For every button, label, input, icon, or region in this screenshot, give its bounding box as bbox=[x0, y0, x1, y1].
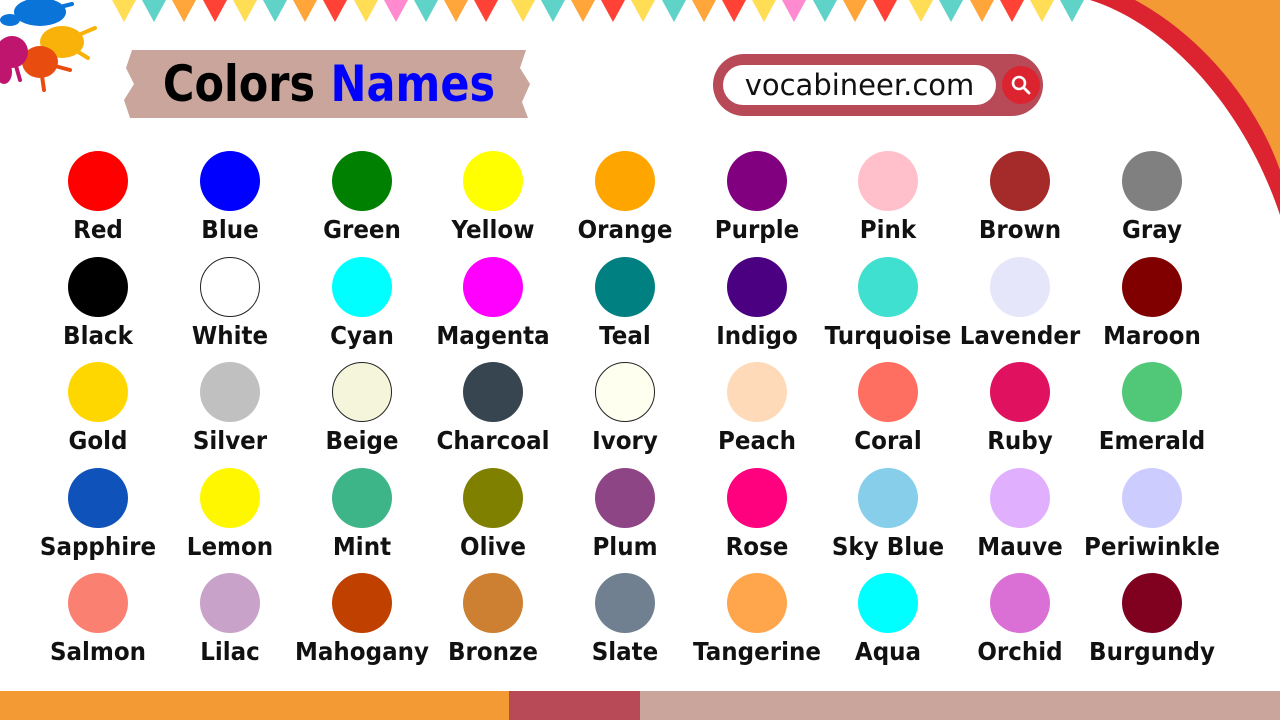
color-swatch bbox=[68, 362, 128, 422]
color-swatch bbox=[990, 257, 1050, 317]
color-swatch bbox=[1122, 257, 1182, 317]
color-swatch bbox=[727, 468, 787, 528]
color-swatch bbox=[332, 257, 392, 317]
color-swatch bbox=[200, 257, 260, 317]
color-grid: Red Blue Green Yellow Orange Purple Pink Brown G… bbox=[0, 0, 1280, 690]
color-swatch bbox=[727, 362, 787, 422]
color-swatch bbox=[200, 151, 260, 211]
color-swatch bbox=[1122, 151, 1182, 211]
color-swatch bbox=[858, 573, 918, 633]
color-swatch bbox=[990, 151, 1050, 211]
color-item-gray: Gray bbox=[1082, 151, 1222, 251]
color-item-burgundy: Burgundy bbox=[1082, 573, 1222, 673]
color-swatch bbox=[463, 362, 523, 422]
color-swatch bbox=[727, 573, 787, 633]
color-swatch bbox=[200, 362, 260, 422]
color-swatch bbox=[332, 573, 392, 633]
bottom-bar bbox=[0, 691, 1280, 720]
color-swatch bbox=[727, 151, 787, 211]
color-swatch bbox=[463, 151, 523, 211]
color-swatch bbox=[68, 468, 128, 528]
color-item-periwinkle: Periwinkle bbox=[1082, 468, 1222, 568]
color-label: Gray bbox=[1121, 215, 1183, 244]
color-label: Burgundy bbox=[1089, 637, 1215, 666]
bottom-bar-segment-taupe bbox=[640, 691, 1280, 720]
color-swatch bbox=[463, 468, 523, 528]
color-swatch bbox=[68, 573, 128, 633]
color-swatch bbox=[990, 573, 1050, 633]
color-swatch bbox=[332, 362, 392, 422]
color-item-emerald: Emerald bbox=[1082, 362, 1222, 462]
color-swatch bbox=[332, 151, 392, 211]
color-swatch bbox=[200, 468, 260, 528]
color-swatch bbox=[463, 573, 523, 633]
color-swatch bbox=[595, 573, 655, 633]
color-swatch bbox=[1122, 468, 1182, 528]
color-swatch bbox=[595, 362, 655, 422]
color-swatch bbox=[1122, 362, 1182, 422]
color-swatch bbox=[1122, 573, 1182, 633]
color-swatch bbox=[595, 468, 655, 528]
color-label: Maroon bbox=[1103, 321, 1201, 350]
color-swatch bbox=[332, 468, 392, 528]
color-swatch bbox=[727, 257, 787, 317]
bottom-bar-segment-rose bbox=[509, 691, 640, 720]
color-swatch bbox=[595, 257, 655, 317]
color-swatch bbox=[858, 257, 918, 317]
color-swatch bbox=[595, 151, 655, 211]
color-label: Emerald bbox=[1098, 426, 1206, 455]
color-swatch bbox=[990, 468, 1050, 528]
color-swatch bbox=[858, 362, 918, 422]
color-swatch bbox=[858, 151, 918, 211]
color-swatch bbox=[463, 257, 523, 317]
color-label: Periwinkle bbox=[1084, 532, 1220, 561]
color-swatch bbox=[68, 257, 128, 317]
color-swatch bbox=[200, 573, 260, 633]
bottom-bar-segment-orange bbox=[0, 691, 509, 720]
color-swatch bbox=[68, 151, 128, 211]
color-swatch bbox=[858, 468, 918, 528]
color-swatch bbox=[990, 362, 1050, 422]
color-item-maroon: Maroon bbox=[1082, 257, 1222, 357]
